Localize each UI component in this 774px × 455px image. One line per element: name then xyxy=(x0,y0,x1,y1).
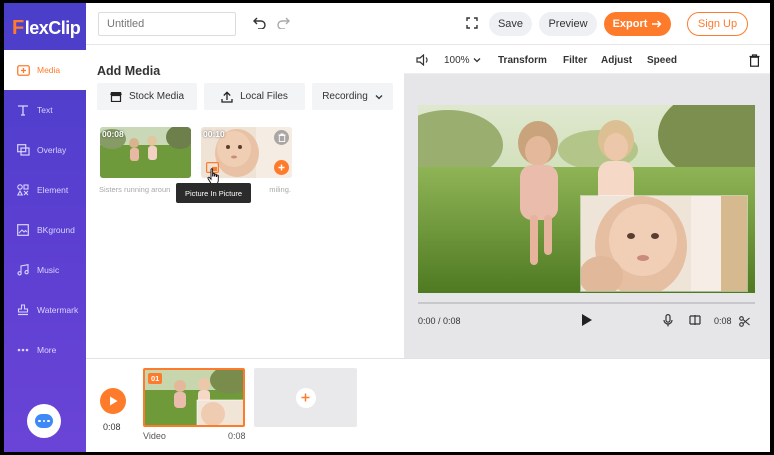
music-icon xyxy=(16,263,30,277)
sidebar-item-music[interactable]: Music xyxy=(4,250,86,290)
fullscreen-icon[interactable] xyxy=(464,15,480,31)
store-icon xyxy=(110,92,122,102)
sidebar-item-label: Watermark xyxy=(37,305,79,315)
sidebar-nav: Media Text Overlay Element BKground Musi… xyxy=(4,50,86,370)
tooltip: Picture In Picture xyxy=(176,183,251,203)
top-bar: Save Preview Export Sign Up xyxy=(86,3,770,45)
upload-icon xyxy=(221,90,233,103)
play-icon xyxy=(582,314,592,326)
sidebar-item-label: Element xyxy=(37,185,69,195)
edit-toolbar: 100% Transform Filter Adjust Speed xyxy=(404,46,770,74)
timeline-play-button[interactable] xyxy=(100,388,126,414)
sidebar-item-label: BKground xyxy=(37,225,75,235)
caption-tail: miling. xyxy=(269,185,291,194)
preview-button[interactable]: Preview xyxy=(539,12,597,36)
sidebar-item-label: Media xyxy=(37,65,61,75)
delete-media-button[interactable] xyxy=(274,130,289,145)
sign-up-button[interactable]: Sign Up xyxy=(687,12,748,36)
more-icon xyxy=(16,343,30,357)
watermark-icon xyxy=(16,303,30,317)
preview-stage: 0:00 / 0:08 0:08 xyxy=(404,74,770,358)
local-files-button[interactable]: Local Files xyxy=(204,83,305,110)
scissors-icon[interactable] xyxy=(739,316,750,329)
panel-title: Add Media xyxy=(97,64,161,78)
play-button[interactable] xyxy=(581,313,593,330)
save-button[interactable]: Save xyxy=(489,12,532,36)
adjust-button[interactable]: Adjust xyxy=(601,46,632,74)
plus-icon xyxy=(295,387,316,408)
playback-time: 0:00 / 0:08 xyxy=(418,316,461,326)
export-button[interactable]: Export xyxy=(604,12,671,36)
sidebar-item-text[interactable]: Text xyxy=(4,90,86,130)
media-panel: Add Media Stock Media Local Files Record… xyxy=(86,46,404,358)
flexclip-logo[interactable]: F lexClip xyxy=(12,13,81,43)
sidebar-item-label: More xyxy=(37,345,57,355)
recording-label: Recording xyxy=(322,91,368,102)
duration-label: 00:08 xyxy=(102,129,124,139)
logo-text: lexClip xyxy=(24,17,81,38)
media-thumbnail-sisters[interactable]: 00:08 xyxy=(100,127,191,178)
media-icon xyxy=(16,63,30,77)
delete-icon[interactable] xyxy=(749,46,760,74)
element-icon xyxy=(16,183,30,197)
timeline: 0:08 01 Video 0:08 xyxy=(86,358,770,452)
project-title-input[interactable] xyxy=(98,12,236,36)
timeline-total-time: 0:08 xyxy=(103,422,121,432)
caption-text: Sisters running aroun xyxy=(99,185,171,194)
undo-icon[interactable] xyxy=(251,15,267,31)
speed-button[interactable]: Speed xyxy=(647,46,677,74)
add-media-button[interactable] xyxy=(274,160,289,175)
sidebar-item-element[interactable]: Element xyxy=(4,170,86,210)
video-preview[interactable] xyxy=(418,105,755,293)
recording-dropdown[interactable]: Recording xyxy=(312,83,393,110)
chevron-down-icon xyxy=(473,58,481,63)
microphone-icon[interactable] xyxy=(663,314,673,329)
baby-overlay-image xyxy=(581,196,747,291)
chat-icon xyxy=(35,414,53,428)
sidebar-item-label: Overlay xyxy=(37,145,67,155)
zoom-dropdown[interactable]: 100% xyxy=(444,46,481,74)
chevron-down-icon xyxy=(375,94,383,99)
aspect-ratio-icon[interactable] xyxy=(689,314,701,328)
transform-button[interactable]: Transform xyxy=(498,46,547,74)
plus-icon xyxy=(278,164,285,171)
sidebar-item-more[interactable]: More xyxy=(4,330,86,370)
app-window: F lexClip Media Text Overlay Element BKg… xyxy=(4,3,770,452)
stock-media-label: Stock Media xyxy=(128,91,185,102)
clip-type-label: Video xyxy=(143,431,166,441)
arrow-right-icon xyxy=(652,20,662,28)
filter-button[interactable]: Filter xyxy=(563,46,587,74)
zoom-value: 100% xyxy=(444,54,470,66)
clip-number-badge: 01 xyxy=(148,373,163,384)
redo-icon[interactable] xyxy=(275,15,291,31)
help-chat-button[interactable] xyxy=(27,404,61,438)
clip-duration-label: 0:08 xyxy=(228,431,246,441)
sidebar-item-overlay[interactable]: Overlay xyxy=(4,130,86,170)
add-clip-button[interactable] xyxy=(254,368,357,427)
stock-media-button[interactable]: Stock Media xyxy=(97,83,197,110)
export-label: Export xyxy=(612,18,648,30)
sidebar-item-bkground[interactable]: BKground xyxy=(4,210,86,250)
text-icon xyxy=(16,103,30,117)
duration-display: 0:08 xyxy=(714,316,732,326)
sidebar-item-media[interactable]: Media xyxy=(4,50,86,90)
picture-in-picture-overlay[interactable] xyxy=(580,195,748,292)
sidebar: F lexClip Media Text Overlay Element BKg… xyxy=(4,3,86,452)
logo-mark: F xyxy=(12,16,24,39)
timeline-clip[interactable]: 01 xyxy=(143,368,245,427)
duration-label: 00:10 xyxy=(203,129,225,139)
sidebar-item-watermark[interactable]: Watermark xyxy=(4,290,86,330)
overlay-icon xyxy=(16,143,30,157)
trash-icon xyxy=(278,133,285,142)
playback-progress-bar[interactable] xyxy=(418,302,755,304)
sidebar-item-label: Music xyxy=(37,265,60,275)
volume-icon[interactable] xyxy=(416,46,430,74)
local-files-label: Local Files xyxy=(240,91,288,102)
sidebar-item-label: Text xyxy=(37,105,53,115)
background-icon xyxy=(16,223,30,237)
play-icon xyxy=(109,396,117,406)
